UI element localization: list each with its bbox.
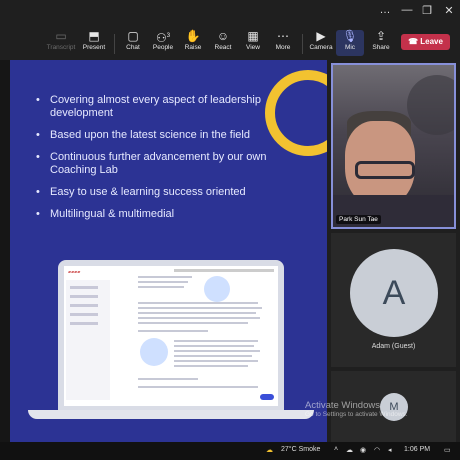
raise-label: Raise: [184, 44, 202, 51]
react-label: React: [214, 44, 232, 51]
share-icon: ⇪: [375, 29, 387, 43]
people-button[interactable]: ⚇3 People: [146, 30, 180, 56]
transcript-button[interactable]: ▭ Transcript: [44, 30, 78, 56]
view-label: View: [246, 44, 260, 51]
leave-button[interactable]: ☎ Leave: [401, 34, 450, 50]
chat-button[interactable]: ▢ Chat: [116, 30, 150, 56]
view-icon: ▦: [247, 29, 259, 43]
weather-icon: ☁: [266, 447, 273, 454]
restore-icon[interactable]: ❐: [420, 4, 434, 17]
slide-bullet: • Continuous further advancement by our o…: [36, 151, 267, 176]
slide-bullet: • Based upon the latest science in the fi…: [36, 129, 250, 141]
mockup-nav: [174, 269, 274, 272]
more-label: More: [275, 44, 291, 51]
mockup-illustration: [140, 338, 168, 366]
share-button[interactable]: ⇪ Share: [364, 30, 398, 56]
participant-avatar-tile[interactable]: A Adam (Guest): [331, 233, 456, 367]
toolbar-divider: [114, 34, 115, 54]
presentation-slide: • Covering almost every aspect of leaders…: [10, 60, 327, 442]
more-icon: ⋯: [277, 29, 289, 43]
present-icon: ⬒: [88, 29, 100, 43]
more-options-icon[interactable]: …: [378, 4, 392, 16]
title-bar: … — ❐ ✕: [0, 0, 460, 26]
transcript-icon: ▭: [55, 29, 67, 43]
react-button[interactable]: ☺ React: [206, 30, 240, 56]
avatar: A: [350, 249, 438, 337]
background-planet: [407, 75, 454, 135]
people-icon: ⚇3: [155, 31, 171, 45]
minimize-icon[interactable]: —: [400, 4, 414, 16]
chat-icon: ▢: [127, 29, 139, 43]
tray-network-icon[interactable]: ◉: [360, 446, 366, 454]
phone-icon: ☎: [408, 37, 421, 46]
watermark-subtitle: Go to Settings to activate Windows.: [305, 411, 408, 418]
tray-wifi-icon[interactable]: ◠: [374, 446, 380, 454]
slide-bullet: • Easy to use & learning success oriented: [36, 186, 246, 198]
watermark-title: Activate Windows: [305, 400, 380, 411]
taskbar: ☁ 27°C Smoke ˄ ☁ ◉ ◠ ◂ 1:06 PM ▭: [0, 442, 460, 460]
slide-bullet: • Multilingual & multimedial: [36, 208, 175, 220]
notification-icon[interactable]: ▭: [444, 446, 451, 454]
slide-bullet: • Covering almost every aspect of leaders…: [36, 94, 261, 119]
weather-text[interactable]: 27°C Smoke: [281, 446, 320, 453]
mic-icon: 🎙: [342, 29, 358, 43]
slide-bullet-list: • Covering almost every aspect of leaders…: [32, 94, 272, 230]
present-label: Present: [82, 44, 106, 51]
laptop-mockup: ▰▰▰▰: [58, 260, 284, 410]
camera-feed: [333, 65, 454, 227]
close-icon[interactable]: ✕: [442, 4, 456, 17]
camera-button[interactable]: ▶ Camera: [304, 30, 338, 56]
chat-label: Chat: [126, 44, 140, 51]
mockup-illustration: [204, 276, 230, 302]
more-button[interactable]: ⋯ More: [266, 30, 300, 56]
toolbar-divider: [302, 34, 303, 54]
participant-name: Adam (Guest): [371, 343, 416, 350]
transcript-label: Transcript: [46, 44, 76, 51]
meeting-toolbar: ▭ Transcript ⬒ Present ▢ Chat ⚇3 People …: [0, 26, 460, 60]
participant-name-tag: Park Sun Tae: [336, 215, 381, 224]
present-button[interactable]: ⬒ Present: [77, 30, 111, 56]
clock[interactable]: 1:06 PM: [404, 446, 430, 453]
view-button[interactable]: ▦ View: [236, 30, 270, 56]
raise-hand-button[interactable]: ✋ Raise: [176, 30, 210, 56]
camera-label: Camera: [309, 44, 333, 51]
laptop-screen-content: ▰▰▰▰: [64, 266, 278, 406]
shared-content-stage: • Covering almost every aspect of leaders…: [0, 60, 327, 442]
camera-icon: ▶: [316, 29, 326, 43]
mockup-sidebar: [66, 280, 110, 400]
people-count-badge: 3: [166, 33, 171, 39]
leave-label: Leave: [420, 37, 443, 46]
laptop-base: [28, 410, 314, 419]
mockup-button: [260, 394, 274, 400]
participant-glasses: [355, 161, 415, 179]
share-label: Share: [372, 44, 390, 51]
mockup-logo: ▰▰▰▰: [68, 269, 81, 274]
mic-label: Mic: [344, 44, 356, 51]
tray-chevron-icon[interactable]: ˄: [334, 446, 338, 453]
tray-volume-icon[interactable]: ◂: [388, 446, 392, 454]
activation-watermark: Activate Windows Go to Settings to activ…: [305, 400, 455, 418]
decorative-ring: [265, 70, 327, 156]
mic-button[interactable]: 🎙 Mic: [336, 30, 364, 56]
participant-video-tile[interactable]: Park Sun Tae: [331, 63, 456, 229]
tray-cloud-icon[interactable]: ☁: [346, 446, 353, 454]
raise-hand-icon: ✋: [185, 29, 201, 43]
people-label: People: [152, 44, 174, 51]
react-icon: ☺: [216, 29, 230, 43]
